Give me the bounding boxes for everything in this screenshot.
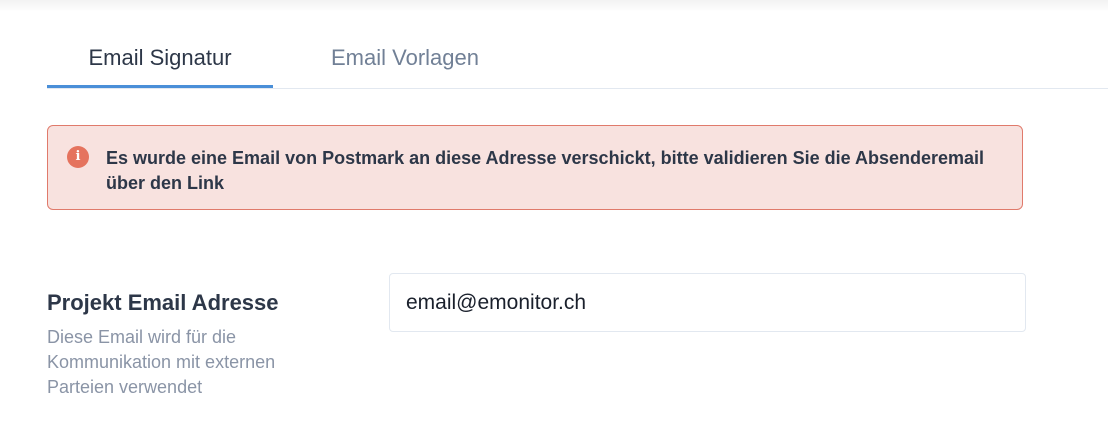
project-email-label: Projekt Email Adresse — [47, 290, 279, 315]
project-email-input[interactable] — [389, 273, 1026, 332]
alert-message: Es wurde eine Email von Postmark an dies… — [106, 148, 985, 193]
project-email-help: Diese Email wird für die Kommunikation m… — [47, 327, 276, 397]
header-shadow — [0, 0, 1108, 12]
tab-email-vorlagen[interactable]: Email Vorlagen — [305, 28, 505, 87]
tab-bar: Email Signatur Email Vorlagen — [47, 28, 1108, 89]
info-icon: i — [67, 146, 89, 168]
alert-banner: i Es wurde eine Email von Postmark an di… — [47, 125, 1023, 210]
tab-email-signatur[interactable]: Email Signatur — [47, 28, 273, 88]
